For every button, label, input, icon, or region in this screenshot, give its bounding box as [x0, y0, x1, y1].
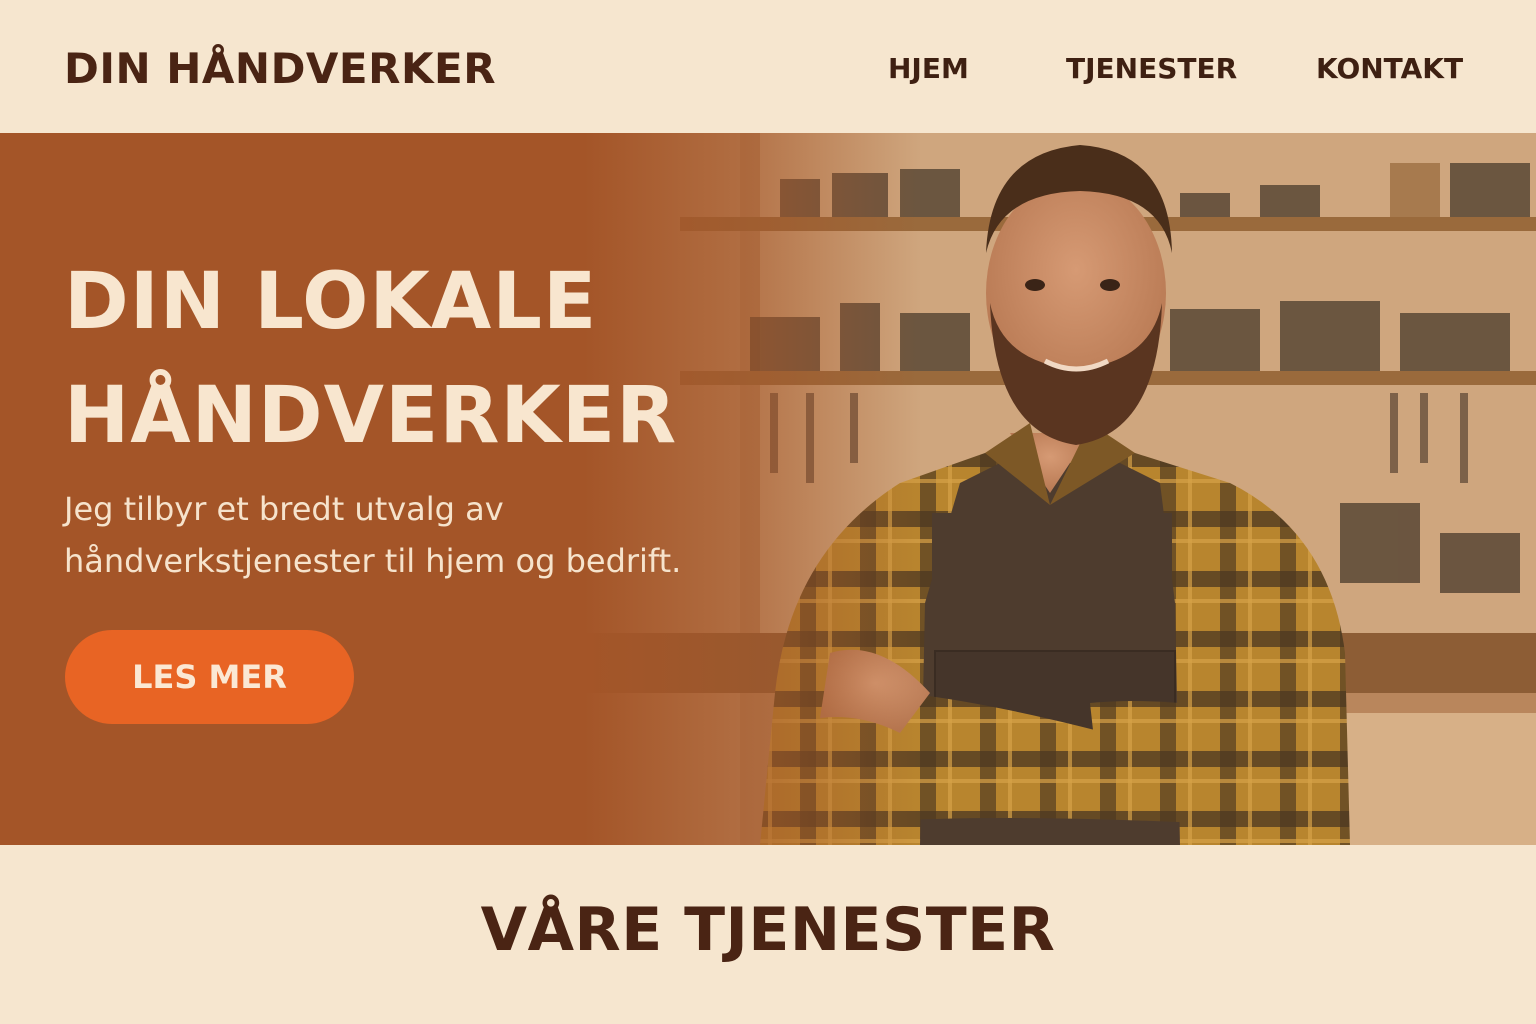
site-logo[interactable]: DIN HÅNDVERKER: [64, 44, 496, 93]
hero-title: DIN LOKALE HÅNDVERKER: [64, 245, 677, 473]
hero-subtitle-line-2: håndverkstjenester til hjem og bedrift.: [64, 542, 682, 580]
nav-link-kontakt[interactable]: KONTAKT: [1316, 52, 1463, 85]
services-title: VÅRE TJENESTER: [480, 895, 1056, 965]
nav-link-tjenester[interactable]: TJENESTER: [1066, 52, 1237, 85]
hero-subtitle-line-1: Jeg tilbyr et bredt utvalg av: [64, 490, 504, 528]
hero-title-line-2: HÅNDVERKER: [64, 371, 678, 461]
nav-link-hjem[interactable]: HJEM: [888, 52, 969, 85]
hero-title-line-1: DIN LOKALE: [64, 257, 598, 347]
les-mer-button[interactable]: LES MER: [65, 630, 354, 724]
hero-subtitle: Jeg tilbyr et bredt utvalg av håndverkst…: [64, 483, 744, 587]
site-header: DIN HÅNDVERKER HJEM TJENESTER KONTAKT: [0, 0, 1536, 133]
hero-section: DIN LOKALE HÅNDVERKER Jeg tilbyr et bred…: [0, 133, 1536, 845]
